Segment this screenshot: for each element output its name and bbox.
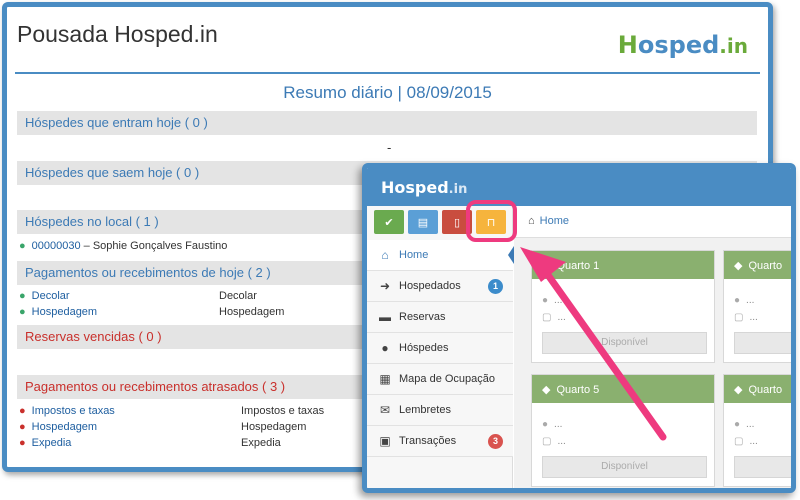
screenshot-stage: Pousada Hosped.in Hosped.in Resumo diári… (0, 0, 800, 500)
annotation-arrow (520, 247, 667, 441)
